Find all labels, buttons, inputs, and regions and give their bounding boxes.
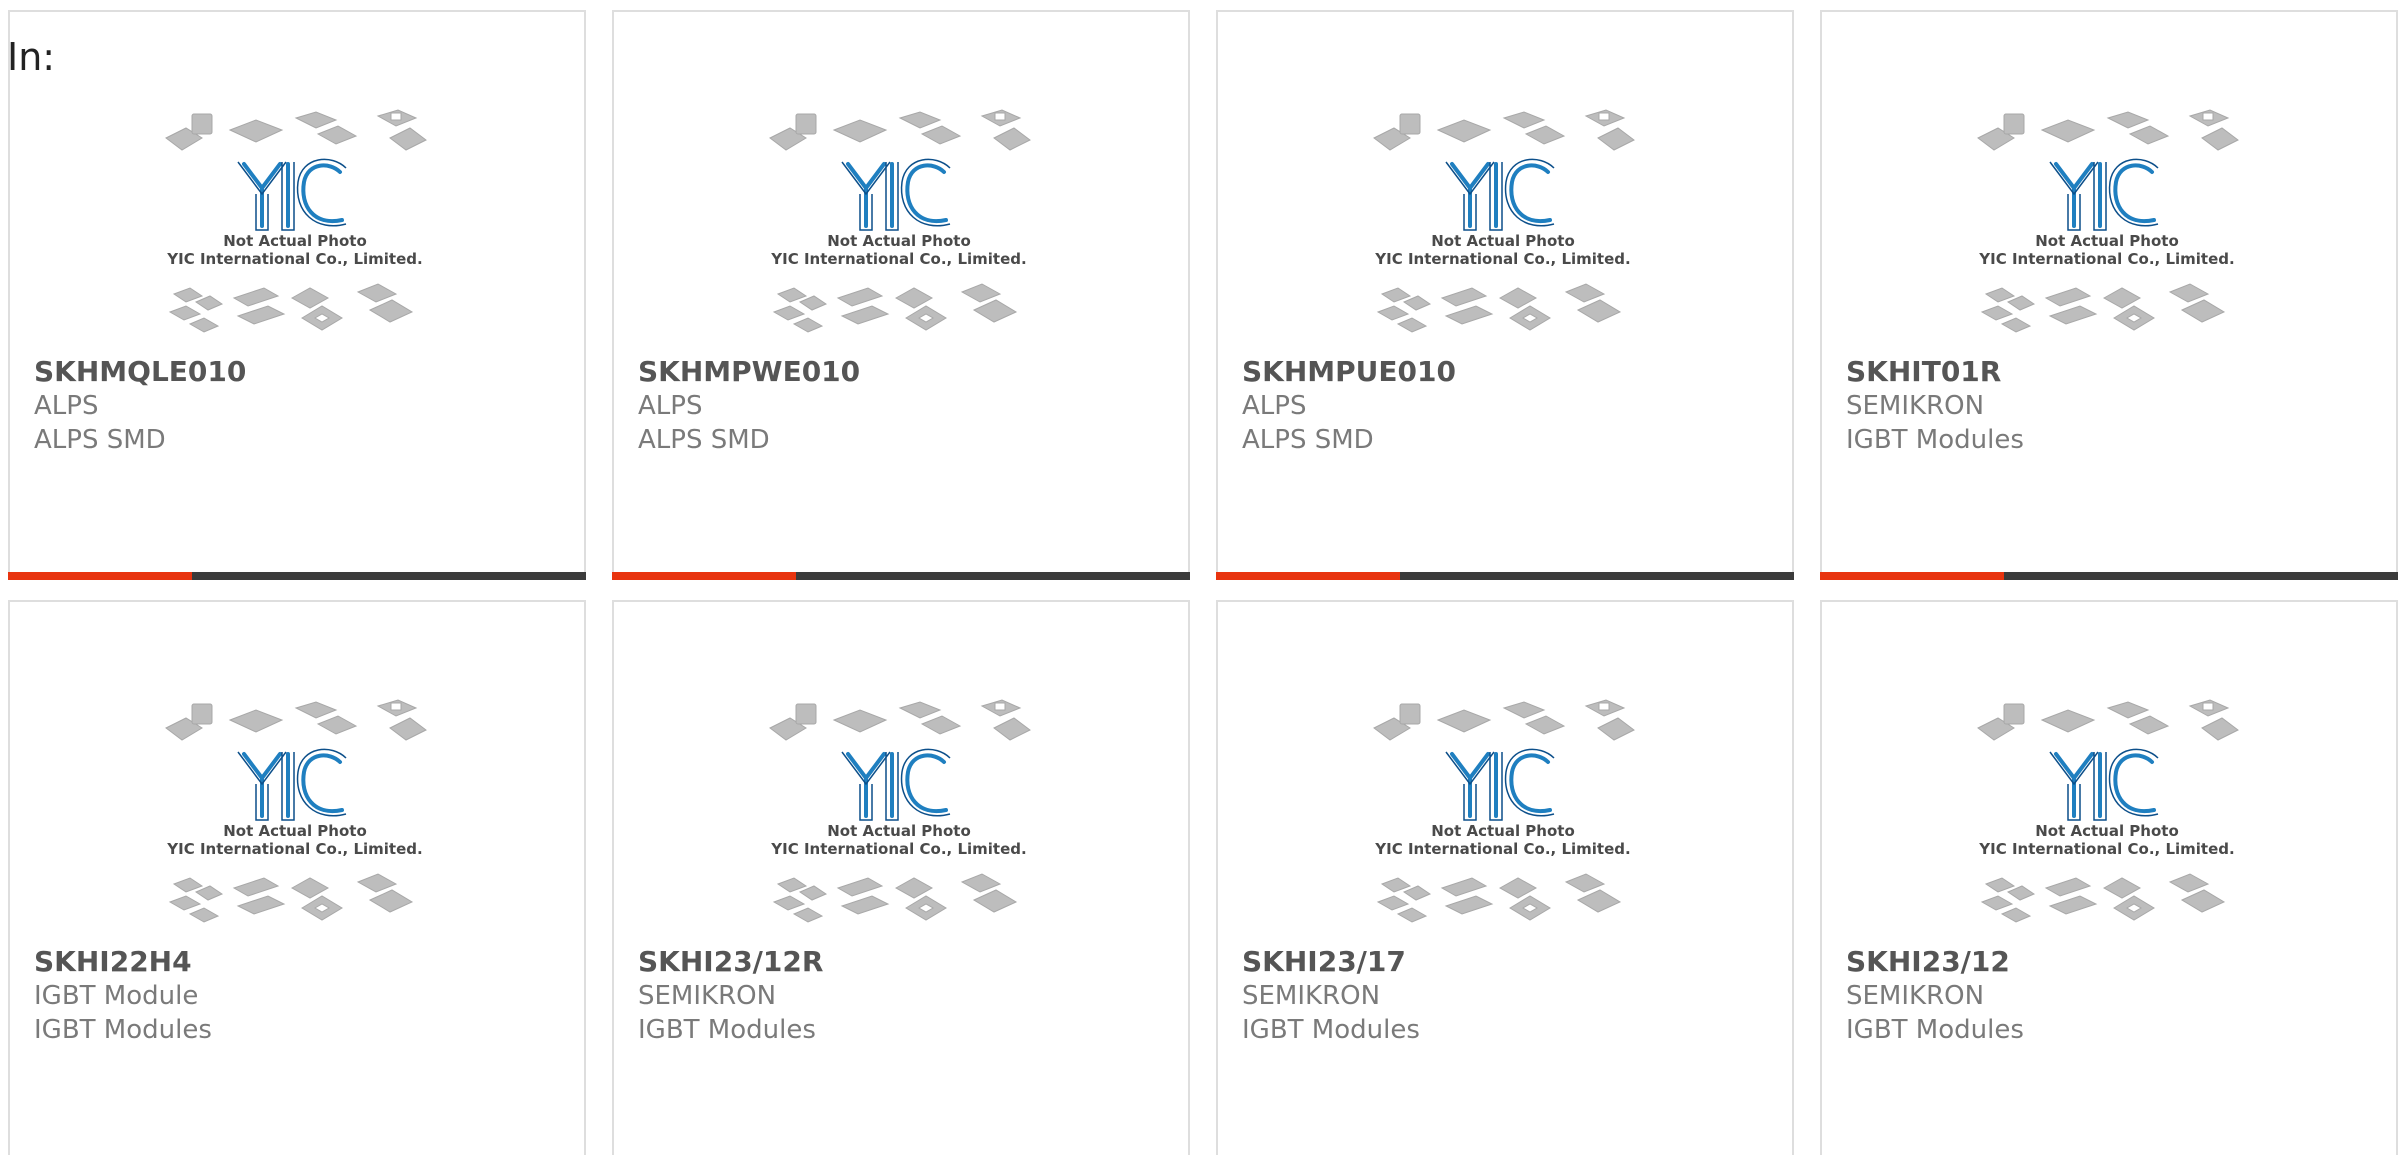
product-card[interactable]: Not Actual Photo YIC International Co., … [1216,600,1794,1155]
caption-line2: YIC International Co., Limited. [166,250,422,268]
caption-line2: YIC International Co., Limited. [1374,840,1630,858]
placeholder-image: Not Actual Photo YIC International Co., … [1373,699,1635,923]
category: IGBT Modules [34,1015,212,1045]
caption-line1: Not Actual Photo [1431,232,1575,250]
caption-line2: YIC International Co., Limited. [166,840,422,858]
category: IGBT Modules [1846,425,2024,455]
product-image[interactable]: Not Actual Photo YIC International Co., … [764,692,1034,937]
manufacturer: SEMIKRON [638,981,777,1011]
product-info: SKHIT01R SEMIKRON IGBT Modules [1846,355,2376,457]
placeholder-image: Not Actual Photo YIC International Co., … [769,699,1031,923]
product-info: SKHI23/17 SEMIKRON IGBT Modules [1242,945,1772,1047]
in-label: In: [7,35,56,79]
product-info: SKHI23/12R SEMIKRON IGBT Modules [638,945,1168,1047]
category: IGBT Modules [1242,1015,1420,1045]
product-card[interactable]: Not Actual Photo YIC International Co., … [8,10,586,580]
product-card[interactable]: Not Actual Photo YIC International Co., … [1216,10,1794,580]
part-number[interactable]: SKHI23/17 [1242,945,1772,979]
product-card[interactable]: Not Actual Photo YIC International Co., … [1820,10,2398,580]
caption-line1: Not Actual Photo [223,232,367,250]
product-info: SKHI23/12 SEMIKRON IGBT Modules [1846,945,2376,1047]
card-accent-bar [8,572,192,580]
product-image[interactable]: Not Actual Photo YIC International Co., … [1368,102,1638,347]
card-accent-bar [612,572,796,580]
product-card[interactable]: Not Actual Photo YIC International Co., … [612,600,1190,1155]
card-bottom-bar [1216,572,1794,580]
card-accent-bar [1216,572,1400,580]
product-info: SKHMPUE010 ALPS ALPS SMD [1242,355,1772,457]
caption-line1: Not Actual Photo [2035,822,2179,840]
manufacturer: SEMIKRON [1242,981,1381,1011]
placeholder-image: Not Actual Photo YIC International Co., … [769,109,1031,333]
page: In: Not Actual Photo YIC International C… [0,0,2400,1155]
caption-line1: Not Actual Photo [1431,822,1575,840]
caption-line2: YIC International Co., Limited. [1978,840,2234,858]
category: ALPS SMD [34,425,166,455]
product-image[interactable]: Not Actual Photo YIC International Co., … [764,102,1034,347]
caption-line1: Not Actual Photo [2035,232,2179,250]
caption-line2: YIC International Co., Limited. [770,840,1026,858]
placeholder-image: Not Actual Photo YIC International Co., … [1977,109,2239,333]
category: ALPS SMD [1242,425,1374,455]
category: ALPS SMD [638,425,770,455]
part-number[interactable]: SKHMPWE010 [638,355,1168,389]
card-bottom-bar [1820,572,2398,580]
manufacturer: ALPS [1242,391,1307,421]
caption-line1: Not Actual Photo [223,822,367,840]
part-number[interactable]: SKHI23/12 [1846,945,2376,979]
product-info: SKHMQLE010 ALPS ALPS SMD [34,355,564,457]
product-card[interactable]: Not Actual Photo YIC International Co., … [612,10,1190,580]
manufacturer: SEMIKRON [1846,981,1985,1011]
placeholder-image: Not Actual Photo YIC International Co., … [165,109,427,333]
part-number[interactable]: SKHMPUE010 [1242,355,1772,389]
part-number[interactable]: SKHMQLE010 [34,355,564,389]
caption-line2: YIC International Co., Limited. [1978,250,2234,268]
manufacturer: IGBT Module [34,981,199,1011]
manufacturer: SEMIKRON [1846,391,1985,421]
placeholder-image: Not Actual Photo YIC International Co., … [1977,699,2239,923]
part-number[interactable]: SKHIT01R [1846,355,2376,389]
caption-line2: YIC International Co., Limited. [770,250,1026,268]
product-grid: Not Actual Photo YIC International Co., … [8,10,2400,1155]
product-image[interactable]: Not Actual Photo YIC International Co., … [1368,692,1638,937]
product-image[interactable]: Not Actual Photo YIC International Co., … [160,692,430,937]
placeholder-image: Not Actual Photo YIC International Co., … [165,699,427,923]
placeholder-image: Not Actual Photo YIC International Co., … [1373,109,1635,333]
category: IGBT Modules [638,1015,816,1045]
product-info: SKHMPWE010 ALPS ALPS SMD [638,355,1168,457]
card-accent-bar [1820,572,2004,580]
product-card[interactable]: Not Actual Photo YIC International Co., … [8,600,586,1155]
product-image[interactable]: Not Actual Photo YIC International Co., … [1972,102,2242,347]
product-image[interactable]: Not Actual Photo YIC International Co., … [1972,692,2242,937]
caption-line2: YIC International Co., Limited. [1374,250,1630,268]
product-card[interactable]: Not Actual Photo YIC International Co., … [1820,600,2398,1155]
card-bottom-bar [8,572,586,580]
part-number[interactable]: SKHI22H4 [34,945,564,979]
manufacturer: ALPS [34,391,99,421]
category: IGBT Modules [1846,1015,2024,1045]
card-bottom-bar [612,572,1190,580]
manufacturer: ALPS [638,391,703,421]
caption-line1: Not Actual Photo [827,232,971,250]
product-image[interactable]: Not Actual Photo YIC International Co., … [160,102,430,347]
part-number[interactable]: SKHI23/12R [638,945,1168,979]
caption-line1: Not Actual Photo [827,822,971,840]
product-info: SKHI22H4 IGBT Module IGBT Modules [34,945,564,1047]
